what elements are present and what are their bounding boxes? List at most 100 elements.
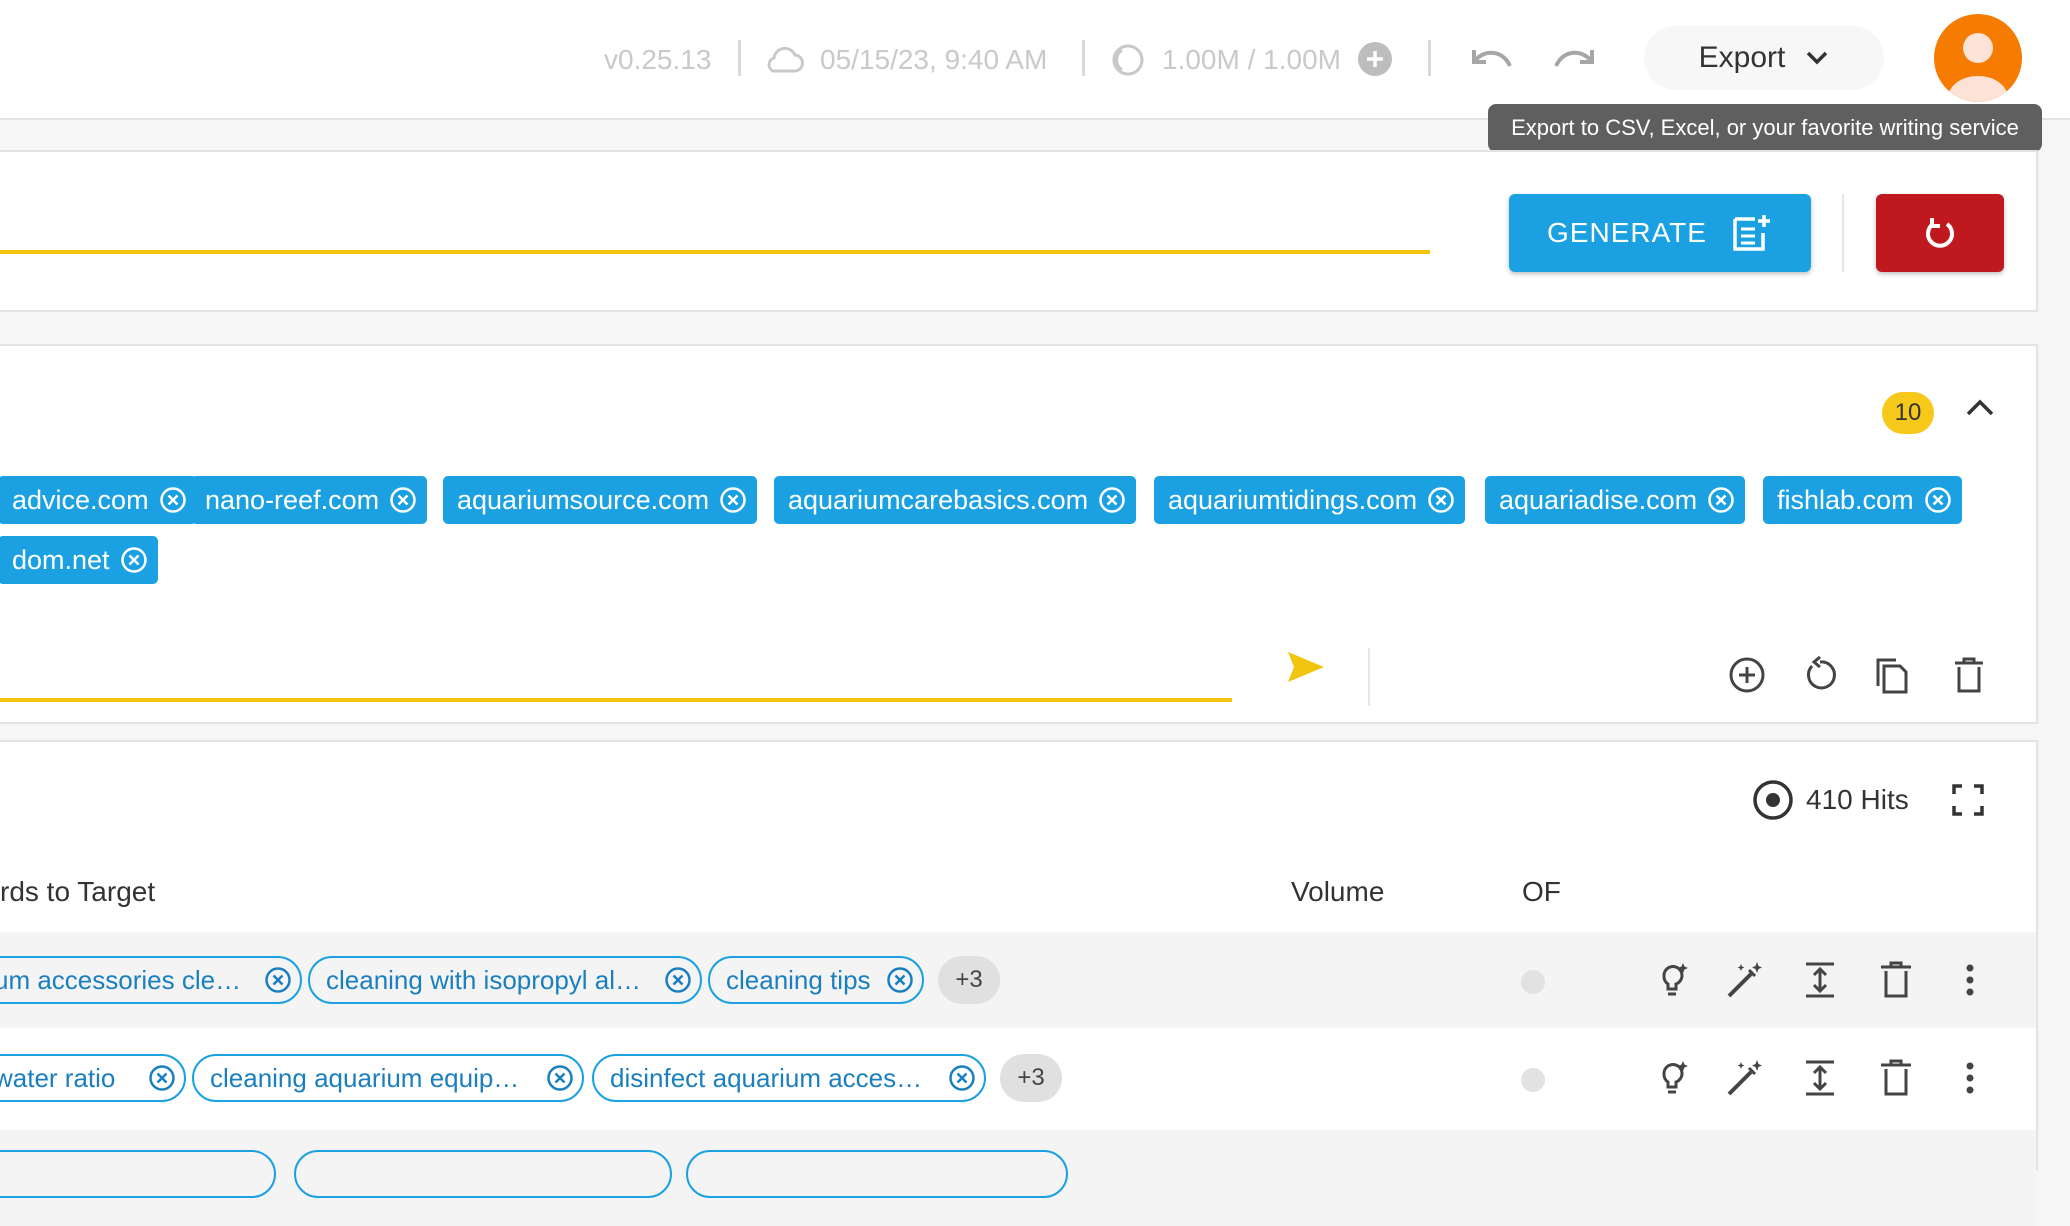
column-header-of[interactable]: OF xyxy=(1522,876,1561,908)
delete-icon[interactable] xyxy=(1876,960,1916,1000)
refresh-button[interactable] xyxy=(1876,194,2004,272)
expand-icon[interactable] xyxy=(1800,960,1840,1000)
competitor-input[interactable] xyxy=(0,698,1232,702)
reset-icon[interactable] xyxy=(1800,656,1838,694)
credits-value: 1.00M / 1.00M xyxy=(1162,44,1341,75)
competitor-chip[interactable]: fishlab.com xyxy=(1763,476,1962,524)
chevron-up-icon[interactable] xyxy=(1964,396,1996,418)
table-row[interactable]: um accessories cle… cleaning with isopro… xyxy=(0,932,2036,1028)
column-header-volume[interactable]: Volume xyxy=(1291,876,1384,908)
keyword-chip[interactable]: um accessories cle… xyxy=(0,956,302,1004)
version-label: v0.25.13 xyxy=(604,44,712,75)
competitor-chip[interactable]: aquariumsource.com xyxy=(443,476,758,524)
delete-icon[interactable] xyxy=(1950,656,1988,694)
magic-wand-icon[interactable] xyxy=(1725,960,1765,1000)
table-row[interactable] xyxy=(0,1130,2036,1226)
chip-label: aquariumcarebasics.com xyxy=(788,484,1089,515)
expand-icon[interactable] xyxy=(1800,1058,1840,1098)
add-credits-icon[interactable] xyxy=(1358,42,1392,76)
divider xyxy=(1082,40,1085,76)
redo-icon[interactable] xyxy=(1552,44,1596,74)
magic-wand-icon[interactable] xyxy=(1725,1058,1765,1098)
table-row[interactable]: water ratio cleaning aquarium equip… dis… xyxy=(0,1030,2036,1126)
divider xyxy=(738,40,741,76)
close-circle-icon[interactable] xyxy=(159,486,187,514)
close-circle-icon[interactable] xyxy=(264,966,292,994)
avatar[interactable] xyxy=(1934,14,2022,102)
more-vert-icon[interactable] xyxy=(1962,960,1978,1000)
refresh-icon xyxy=(1922,215,1958,251)
divider xyxy=(1842,194,1844,272)
competitor-chip[interactable]: aquariadise.com xyxy=(1485,476,1746,524)
keywords-panel: 410 Hits rds to Target Volume OF um acce… xyxy=(0,740,2038,1226)
keyword-chip[interactable] xyxy=(294,1150,672,1198)
chip-label: disinfect aquarium acces… xyxy=(610,1062,923,1093)
save-status: 05/15/23, 9:40 AM xyxy=(762,40,1047,80)
close-circle-icon[interactable] xyxy=(120,546,148,574)
fullscreen-icon[interactable] xyxy=(1952,784,1984,816)
chip-label: aquariadise.com xyxy=(1499,484,1698,515)
column-header-keywords[interactable]: rds to Target xyxy=(0,876,155,908)
divider xyxy=(1368,648,1370,706)
keyword-chip[interactable] xyxy=(686,1150,1068,1198)
of-indicator xyxy=(1521,1068,1545,1092)
credits-icon xyxy=(1110,42,1146,78)
competitors-panel: 10 advice.com nano-reef.com aquariumsour… xyxy=(0,344,2038,724)
cloud-icon xyxy=(762,45,804,75)
keyword-chip[interactable] xyxy=(0,1150,276,1198)
chip-label: aquariumtidings.com xyxy=(1168,484,1418,515)
send-icon[interactable] xyxy=(1286,650,1326,684)
close-circle-icon[interactable] xyxy=(1098,486,1126,514)
generate-button[interactable]: GENERATE xyxy=(1509,194,1811,272)
export-label: Export xyxy=(1698,41,1786,74)
export-tooltip: Export to CSV, Excel, or your favorite w… xyxy=(1488,104,2042,152)
chip-label: advice.com xyxy=(12,484,149,515)
more-vert-icon[interactable] xyxy=(1962,1058,1978,1098)
topic-input[interactable] xyxy=(0,250,1430,254)
competitor-chip[interactable]: aquariumcarebasics.com xyxy=(774,476,1137,524)
close-circle-icon[interactable] xyxy=(719,486,747,514)
close-circle-icon[interactable] xyxy=(389,486,417,514)
chip-label: um accessories cle… xyxy=(0,964,242,995)
avatar-icon xyxy=(1948,33,2008,102)
keyword-chip[interactable]: water ratio xyxy=(0,1054,186,1102)
top-bar: v0.25.13 05/15/23, 9:40 AM 1.00M / 1.00M… xyxy=(0,0,2070,120)
chip-label: cleaning tips xyxy=(726,964,871,995)
close-circle-icon[interactable] xyxy=(1924,486,1952,514)
undo-icon[interactable] xyxy=(1470,44,1514,74)
copy-icon[interactable] xyxy=(1872,656,1910,694)
more-keywords-chip[interactable]: +3 xyxy=(1000,1054,1062,1102)
keyword-chip[interactable]: cleaning aquarium equip… xyxy=(192,1054,584,1102)
close-circle-icon[interactable] xyxy=(148,1064,176,1092)
add-circle-icon[interactable] xyxy=(1728,656,1766,694)
competitor-chip[interactable]: dom.net xyxy=(0,536,158,584)
chip-label: nano-reef.com xyxy=(205,484,380,515)
more-keywords-chip[interactable]: +3 xyxy=(938,956,1000,1004)
keyword-chip[interactable]: disinfect aquarium acces… xyxy=(592,1054,986,1102)
target-icon xyxy=(1753,780,1793,820)
chevron-down-icon xyxy=(1805,50,1829,66)
competitor-chip[interactable]: advice.com xyxy=(0,476,197,524)
close-circle-icon[interactable] xyxy=(546,1064,574,1092)
delete-icon[interactable] xyxy=(1876,1058,1916,1098)
close-circle-icon[interactable] xyxy=(1427,486,1455,514)
competitor-chip[interactable]: aquariumtidings.com xyxy=(1154,476,1466,524)
lightbulb-icon[interactable] xyxy=(1653,960,1693,1000)
competitor-chip[interactable]: nano-reef.com xyxy=(191,476,428,524)
keyword-chip[interactable]: cleaning tips xyxy=(708,956,924,1004)
generate-panel: GENERATE xyxy=(0,150,2038,312)
close-circle-icon[interactable] xyxy=(948,1064,976,1092)
export-button[interactable]: Export xyxy=(1644,26,1884,90)
chip-label: water ratio xyxy=(0,1062,116,1093)
close-circle-icon[interactable] xyxy=(886,966,914,994)
credits-status: 1.00M / 1.00M xyxy=(1110,40,1341,80)
chip-label: cleaning aquarium equip… xyxy=(210,1062,520,1093)
saved-timestamp: 05/15/23, 9:40 AM xyxy=(820,44,1048,75)
of-indicator xyxy=(1521,970,1545,994)
divider xyxy=(1428,40,1431,76)
close-circle-icon[interactable] xyxy=(664,966,692,994)
keyword-chip[interactable]: cleaning with isopropyl al… xyxy=(308,956,702,1004)
chip-label: aquariumsource.com xyxy=(457,484,710,515)
close-circle-icon[interactable] xyxy=(1707,486,1735,514)
lightbulb-icon[interactable] xyxy=(1653,1058,1693,1098)
